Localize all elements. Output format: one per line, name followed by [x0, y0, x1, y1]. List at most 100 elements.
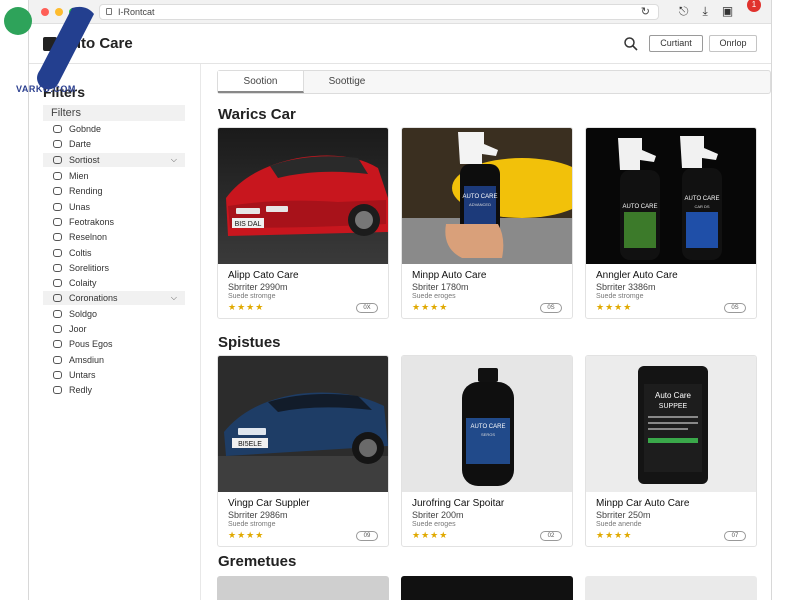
- rating-stars: ★★★★: [412, 530, 449, 540]
- rating-stars: ★★★★: [596, 302, 633, 312]
- filter-icon: [53, 264, 62, 272]
- product-card[interactable]: BIS DAL Alipp Cato Care Sbrriter 2990m S…: [217, 127, 389, 319]
- tab-sootion[interactable]: Sootion: [218, 71, 304, 93]
- product-meta: Suede stromge: [228, 521, 276, 528]
- sidebar-item[interactable]: Reselnon: [43, 230, 185, 244]
- product-meta: Suede stromge: [596, 293, 644, 300]
- product-card[interactable]: AUTO CARE ADVANCED Minpp Auto Care Sbrit…: [401, 127, 573, 319]
- product-name: Minpp Car Auto Care: [596, 498, 690, 509]
- product-card[interactable]: AUTO CARE AUTO CARE CAR DS Anngler Auto …: [585, 127, 757, 319]
- url-text: I-Rontcat: [118, 7, 155, 17]
- product-card[interactable]: BI5ELE Vingp Car Suppler Sbrriter 2986m …: [217, 355, 389, 547]
- product-name: Minpp Auto Care: [412, 270, 487, 281]
- sidebar-item[interactable]: Rending: [43, 184, 185, 198]
- product-card[interactable]: Auto Care SUPPEE Minpp Car Auto Care Sbr…: [585, 355, 757, 547]
- sidebar-item-label: Sortiost: [69, 155, 100, 165]
- plate-text: BI5ELE: [238, 441, 262, 448]
- sidebar-item-label: Redly: [69, 385, 93, 395]
- header-button-secondary[interactable]: Onrlop: [709, 35, 757, 52]
- sidebar-item[interactable]: Redly: [43, 383, 185, 397]
- filter-icon: [53, 203, 62, 211]
- bottle-label-text: AUTO CARE: [463, 194, 498, 200]
- chevron-down-icon[interactable]: ⌵: [171, 153, 177, 167]
- sidebar-item-label: Gobnde: [69, 124, 102, 134]
- filter-icon: [53, 279, 62, 287]
- spray-hand-image: AUTO CARE ADVANCED: [402, 128, 572, 264]
- product-pill[interactable]: 09: [356, 531, 378, 541]
- search-icon[interactable]: [623, 36, 639, 52]
- sidebar-item[interactable]: Darte: [43, 137, 185, 151]
- section-title-1: Warics Car: [218, 106, 296, 123]
- product-pill[interactable]: 02: [540, 531, 562, 541]
- blue-car-image: BI5ELE: [218, 356, 388, 492]
- reload-icon[interactable]: ↻: [641, 5, 650, 19]
- sidebar-item[interactable]: Soldgo: [43, 307, 185, 321]
- sidebar-item[interactable]: Joor: [43, 322, 185, 336]
- sidebar-item[interactable]: Feotrakons: [43, 215, 185, 229]
- browser-chrome: I-Rontcat ↻ ⎋ ⤓ ▣ 1: [29, 0, 771, 24]
- sidebar-item[interactable]: Sortiost ⌵: [43, 153, 185, 167]
- sidebar-item[interactable]: Untars: [43, 368, 185, 382]
- product-pill[interactable]: 0X: [356, 303, 378, 313]
- extensions-icon[interactable]: ▣: [722, 4, 733, 19]
- filter-icon: [53, 356, 62, 364]
- partial-card-2[interactable]: [401, 576, 573, 600]
- rating-stars: ★★★★: [412, 302, 449, 312]
- filter-icon: [53, 187, 62, 195]
- sidebar-item[interactable]: Gobnde: [43, 122, 185, 136]
- tab-soottige[interactable]: Soottige: [304, 71, 390, 93]
- chevron-down-icon[interactable]: ⌵: [171, 291, 177, 305]
- download-icon[interactable]: ⤓: [703, 4, 708, 19]
- bottle-brand-text: AUTO CARE: [471, 424, 506, 430]
- product-subtitle: Sbrriter 3386m: [596, 282, 656, 292]
- product-meta: Suede eroges: [412, 293, 456, 300]
- sidebar-item[interactable]: Pous Egos: [43, 337, 185, 351]
- product-pill[interactable]: 07: [724, 531, 746, 541]
- share-icon[interactable]: ⎋: [679, 4, 689, 19]
- bottle-image: AUTO CARE SEROS: [402, 356, 572, 492]
- product-pill[interactable]: 0S: [724, 303, 746, 313]
- filter-icon: [53, 125, 62, 133]
- address-bar[interactable]: I-Rontcat ↻: [99, 4, 659, 20]
- product-meta: Suede anende: [596, 521, 642, 528]
- bottle-sub-text: SEROS: [481, 432, 495, 437]
- filter-icon: [53, 310, 62, 318]
- partial-card-3[interactable]: [585, 576, 757, 600]
- red-car-image: BIS DAL: [218, 128, 388, 264]
- product-subtitle: Sbrriter 2990m: [228, 282, 288, 292]
- folder-icon: [53, 294, 62, 302]
- sidebar-item-label: Untars: [69, 370, 96, 380]
- sidebar-item-label: Soldgo: [69, 309, 98, 319]
- product-name: Vingp Car Suppler: [228, 498, 310, 509]
- box-brand-text: Auto Care: [655, 391, 692, 400]
- sidebar-item[interactable]: Coltis: [43, 246, 185, 260]
- sidebar-item-label: Reselnon: [69, 232, 108, 242]
- partial-card-1[interactable]: [217, 576, 389, 600]
- sidebar-item-label: Coronations: [69, 293, 118, 303]
- rating-stars: ★★★★: [228, 530, 265, 540]
- header-button-primary[interactable]: Curtiant: [649, 35, 703, 52]
- product-subtitle: Sbrriter 2986m: [228, 510, 288, 520]
- product-pill[interactable]: 0S: [540, 303, 562, 313]
- sidebar-item[interactable]: Amsdiun: [43, 353, 185, 367]
- sidebar-item[interactable]: Coronations ⌵: [43, 291, 185, 305]
- sidebar-item[interactable]: Sorelitiors: [43, 261, 185, 275]
- browser-window: I-Rontcat ↻ ⎋ ⤓ ▣ 1 Auto Care Curtiant O…: [28, 0, 772, 600]
- sidebar-item[interactable]: Colaity: [43, 276, 185, 290]
- product-card[interactable]: AUTO CARE SEROS Jurofring Car Spoitar Sb…: [401, 355, 573, 547]
- plate-text: BIS DAL: [235, 221, 262, 228]
- product-name: Jurofring Car Spoitar: [412, 498, 505, 509]
- section-title-3: Gremetues: [218, 553, 297, 570]
- product-name: Alipp Cato Care: [228, 270, 299, 281]
- filter-icon: [53, 172, 62, 180]
- sidebar-item[interactable]: Unas: [43, 200, 185, 214]
- rating-stars: ★★★★: [596, 530, 633, 540]
- spray-pair-image: AUTO CARE AUTO CARE CAR DS: [586, 128, 756, 264]
- box-sub-text: SUPPEE: [659, 403, 688, 410]
- content-tabs: Sootion Soottige: [217, 70, 771, 94]
- supply-box-image: Auto Care SUPPEE: [586, 356, 756, 492]
- sidebar-item-label: Joor: [69, 324, 87, 334]
- sidebar-item[interactable]: Mien: [43, 169, 185, 183]
- rating-stars: ★★★★: [228, 302, 265, 312]
- sidebar-item-label: Pous Egos: [69, 339, 113, 349]
